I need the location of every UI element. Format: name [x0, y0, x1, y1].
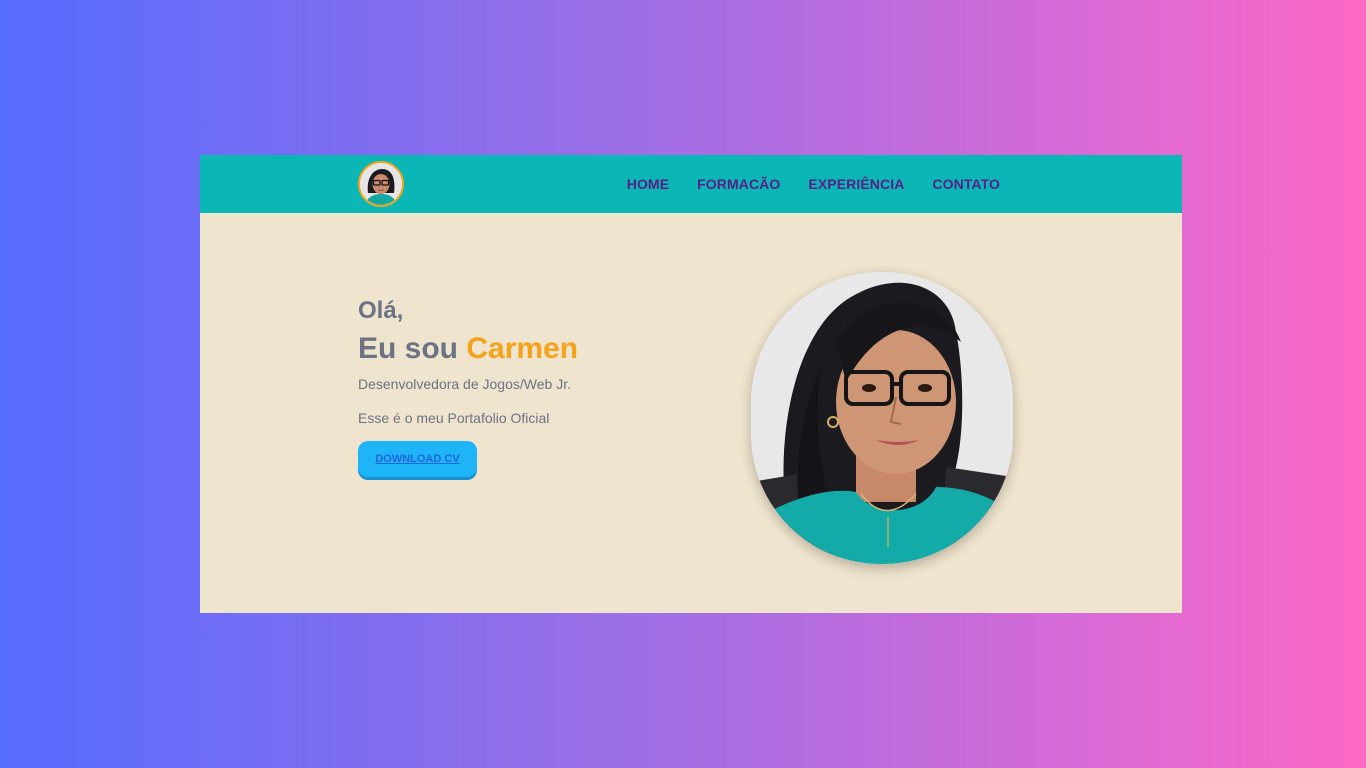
nav-contato-link[interactable]: CONTATO [932, 176, 1000, 192]
hero-headline: Eu sou Carmen [358, 329, 658, 369]
download-cv-button[interactable]: DOWNLOAD CV [358, 441, 477, 477]
hero-name: Carmen [466, 332, 579, 365]
nav-formacao-link[interactable]: FORMACÃO [697, 176, 780, 192]
nav-avatar[interactable] [358, 161, 404, 207]
hero-role: Desenvolvedora de Jogos/Web Jr. [358, 376, 571, 392]
hero-tagline: Esse é o meu Portafolio Oficial [358, 410, 550, 426]
hero-greeting: Olá, [358, 297, 404, 324]
profile-portrait [751, 272, 1013, 564]
navbar: HOME FORMACÃO EXPERIÊNCIA CONTATO [200, 155, 1182, 213]
avatar-photo-icon [360, 163, 402, 205]
portrait-photo-icon [751, 272, 1013, 564]
nav-experiencia-link[interactable]: EXPERIÊNCIA [808, 176, 904, 192]
headline-prefix: Eu sou [358, 332, 459, 365]
hero-text: Olá, Eu sou Carmen Desenvolvedora de Jog… [358, 295, 658, 477]
nav-home-link[interactable]: HOME [627, 176, 669, 192]
portfolio-site: HOME FORMACÃO EXPERIÊNCIA CONTATO Olá, E… [200, 155, 1182, 613]
main-nav: HOME FORMACÃO EXPERIÊNCIA CONTATO [627, 155, 1000, 213]
